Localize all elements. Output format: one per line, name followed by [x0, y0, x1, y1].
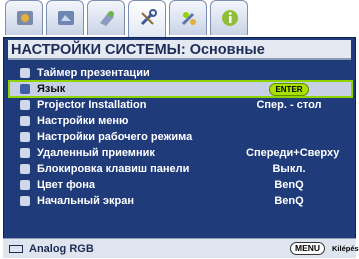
- menu-item-operation-settings[interactable]: Настройки рабочего режима: [9, 129, 352, 145]
- menu-item-label: Удаленный приемник: [37, 147, 155, 159]
- menu-item-value: Спер. - стол: [256, 99, 322, 111]
- projector-icon: [20, 100, 30, 110]
- menu-item-projector-installation[interactable]: Projector Installation Спер. - стол: [9, 97, 352, 113]
- system-settings-icon: [140, 9, 157, 26]
- tab-information[interactable]: [210, 0, 248, 35]
- menu-item-panel-key-lock[interactable]: Блокировка клавиш панели Выкл.: [9, 161, 352, 177]
- input-source-label: Analog RGB: [29, 243, 94, 255]
- picture-adjust-icon: [58, 11, 74, 25]
- operation-mode-icon: [20, 132, 30, 142]
- timer-icon: [20, 68, 30, 78]
- source-icon: [100, 11, 114, 26]
- menu-item-remote-receiver[interactable]: Удаленный приемник Спереди+Сверху: [9, 145, 352, 161]
- menu-item-value: BenQ: [274, 179, 304, 191]
- menu-tab-bar: [5, 0, 248, 37]
- menu-item-language[interactable]: Язык ENTER: [8, 80, 353, 98]
- tab-picture-adjust[interactable]: [46, 0, 84, 35]
- menu-item-label: Настройки рабочего режима: [37, 131, 193, 143]
- menu-item-presentation-timer[interactable]: Таймер презентации: [9, 65, 352, 81]
- menu-item-label: Настройки меню: [37, 115, 129, 127]
- information-icon: [222, 10, 238, 26]
- tab-image-settings[interactable]: [5, 0, 43, 35]
- exit-label: Kilépés: [332, 244, 359, 253]
- panel-key-lock-icon: [20, 164, 30, 174]
- menu-item-label: Язык: [37, 83, 66, 95]
- menu-item-value: ENTER: [246, 81, 332, 97]
- advanced-settings-icon: [181, 12, 196, 26]
- image-settings-icon: [17, 11, 33, 25]
- menu-item-menu-settings[interactable]: Настройки меню: [9, 113, 352, 129]
- remote-receiver-icon: [20, 148, 30, 158]
- splash-screen-icon: [20, 196, 30, 206]
- input-source-icon: [9, 245, 23, 253]
- menu-item-value: Выкл.: [272, 163, 306, 175]
- menu-list: Таймер презентации Язык ENTER Projector …: [8, 65, 353, 209]
- menu-item-value: BenQ: [274, 195, 304, 207]
- system-settings-panel: НАСТРОЙКИ СИСТЕМЫ: Основные Таймер презе…: [3, 37, 356, 257]
- menu-item-background-color[interactable]: Цвет фона BenQ: [9, 177, 352, 193]
- status-bar: Analog RGB MENU Kilépés: [3, 238, 359, 258]
- panel-title: НАСТРОЙКИ СИСТЕМЫ: Основные: [8, 40, 351, 60]
- menu-item-value: Спереди+Сверху: [246, 147, 340, 159]
- menu-item-label: Цвет фона: [37, 179, 96, 191]
- menu-item-label: Таймер презентации: [37, 67, 150, 79]
- menu-item-label: Projector Installation: [37, 99, 147, 111]
- background-color-icon: [20, 180, 30, 190]
- tab-source[interactable]: [87, 0, 125, 35]
- tab-system-settings[interactable]: [128, 0, 166, 37]
- language-icon: [20, 84, 30, 94]
- menu-item-label: Блокировка клавиш панели: [37, 163, 190, 175]
- tab-advanced-settings[interactable]: [169, 0, 207, 35]
- enter-badge[interactable]: ENTER: [269, 82, 309, 96]
- menu-item-splash-screen[interactable]: Начальный экран BenQ: [9, 193, 352, 209]
- menu-settings-icon: [20, 116, 30, 126]
- menu-item-label: Начальный экран: [37, 195, 134, 207]
- menu-key-badge[interactable]: MENU: [290, 242, 326, 255]
